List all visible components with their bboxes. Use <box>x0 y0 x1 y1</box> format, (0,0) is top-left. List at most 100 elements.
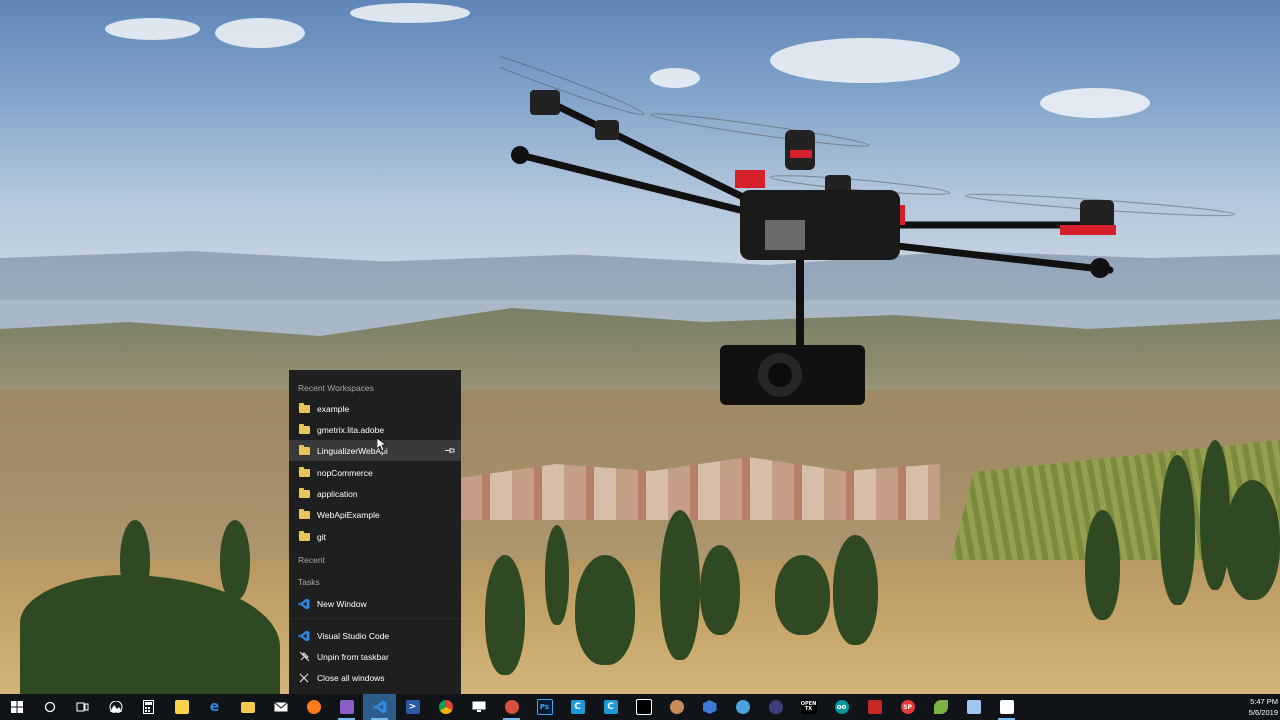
app-action-label: Close all windows <box>317 672 385 683</box>
task-view-button[interactable] <box>66 694 99 720</box>
taskbar-app-c-one[interactable]: C <box>561 694 594 720</box>
taskbar-app-chrome[interactable] <box>429 694 462 720</box>
workspace-item-example[interactable]: example <box>289 398 461 419</box>
taskbar-app-photoshop[interactable]: Ps <box>528 694 561 720</box>
folder-icon <box>297 487 311 501</box>
windows-logo-icon <box>10 701 23 713</box>
folder-icon <box>297 530 311 544</box>
cypress-tree <box>660 510 700 660</box>
eclipse-icon <box>768 700 783 714</box>
taskbar-app-red[interactable]: SP <box>891 694 924 720</box>
taskbar-app-vscode[interactable] <box>363 694 396 720</box>
system-clock[interactable]: 5:47 PM 5/6/2019 <box>1240 694 1280 720</box>
unpin-from-taskbar-button[interactable]: Unpin from taskbar <box>289 646 461 667</box>
taskbar-app-avatar[interactable] <box>660 694 693 720</box>
taskbar-app-opentx[interactable]: OPEN TX <box>792 694 825 720</box>
vscode-icon <box>297 597 311 611</box>
taskbar-app-network[interactable] <box>957 694 990 720</box>
app-action-label: Unpin from taskbar <box>317 651 389 662</box>
cypress-tree <box>575 555 635 665</box>
taskbar-app-eclipse[interactable] <box>759 694 792 720</box>
taskbar-app-file-explorer[interactable] <box>231 694 264 720</box>
cypress-tree <box>1085 510 1120 620</box>
workspace-item-lingualizer[interactable]: LingualizerWebApi <box>289 440 461 461</box>
chat-app-icon <box>735 700 750 714</box>
workspace-label: example <box>317 403 350 414</box>
app-item-visual-studio-code[interactable]: Visual Studio Code <box>289 625 461 646</box>
oak-tree <box>1225 480 1280 600</box>
app-action-label: Visual Studio Code <box>317 630 390 641</box>
cloud <box>215 18 305 48</box>
search-button[interactable] <box>33 694 66 720</box>
start-button[interactable] <box>0 694 33 720</box>
taskbar-app-calculator[interactable] <box>132 694 165 720</box>
workspace-item-application[interactable]: application <box>289 483 461 504</box>
task-new-window[interactable]: New Window <box>289 593 461 614</box>
vscode-icon <box>373 700 386 714</box>
drone-image <box>500 44 1236 405</box>
taskbar-app-sticky-notes[interactable] <box>165 694 198 720</box>
close-icon <box>297 671 311 685</box>
recent-workspaces-header: Recent Workspaces <box>298 383 374 393</box>
cypress-tree <box>1200 440 1230 590</box>
taskbar-app-firefox[interactable] <box>297 694 330 720</box>
workspace-label: git <box>317 531 326 542</box>
taskbar-app-settings[interactable] <box>990 694 1023 720</box>
taskbar-app-terminal[interactable] <box>627 694 660 720</box>
cypress-tree <box>545 525 569 625</box>
task-label: New Window <box>317 598 367 609</box>
taskbar-app-powershell[interactable]: > <box>396 694 429 720</box>
workspace-label: nopCommerce <box>317 467 373 478</box>
workspace-label: WebApiExample <box>317 509 380 520</box>
divider <box>289 618 461 619</box>
cypress-tree <box>833 535 878 645</box>
terminal-icon <box>635 699 652 715</box>
tasks-header: Tasks <box>298 577 320 587</box>
file-explorer-icon <box>240 701 255 713</box>
mail-icon <box>273 702 288 712</box>
taskbar-app-monitor[interactable] <box>462 694 495 720</box>
taskbar-app-chat[interactable] <box>726 694 759 720</box>
cypress-tree <box>120 520 150 600</box>
settings-gear-icon <box>504 700 519 714</box>
monitor-icon <box>472 701 485 712</box>
taskbar-app-arduino[interactable]: oo <box>825 694 858 720</box>
cypress-tree <box>220 520 250 600</box>
chrome-icon <box>438 700 453 714</box>
taskbar-app-filezilla[interactable] <box>858 694 891 720</box>
taskbar: e > Ps C C OPEN TX oo SP 5:47 PM 5/6/201… <box>0 694 1280 720</box>
vscode-icon <box>297 629 311 643</box>
workspace-label: gmetrix.lita.adobe <box>317 424 385 435</box>
pin-icon[interactable] <box>444 445 455 456</box>
taskbar-app-mail[interactable] <box>264 694 297 720</box>
workspace-item-git[interactable]: git <box>289 526 461 547</box>
workspace-item-webapiexample[interactable]: WebApiExample <box>289 504 461 525</box>
mouse-cursor <box>377 438 387 452</box>
taskbar-app-hexagon[interactable] <box>693 694 726 720</box>
cypress-tree <box>700 545 740 635</box>
taskbar-app-settings-gear[interactable] <box>495 694 528 720</box>
avatar-app-icon <box>669 700 684 714</box>
workspace-label: application <box>317 488 358 499</box>
taskbar-app-edge[interactable]: e <box>198 694 231 720</box>
oak-tree <box>775 555 830 635</box>
vscode-jump-list: Recent Workspaces example gmetrix.lita.a… <box>289 370 461 694</box>
desktop-wallpaper <box>0 0 1280 694</box>
clock-time: 5:47 PM <box>1250 697 1278 706</box>
taskbar-app-visual-studio[interactable] <box>330 694 363 720</box>
firefox-icon <box>306 700 321 714</box>
search-icon <box>44 701 55 713</box>
powershell-icon: > <box>405 700 420 714</box>
taskbar-app-photos[interactable] <box>99 694 132 720</box>
network-app-icon <box>966 700 981 714</box>
recent-header: Recent <box>298 555 325 565</box>
taskbar-app-green-leaf[interactable] <box>924 694 957 720</box>
c-app-icon: C <box>603 700 618 714</box>
folder-icon <box>297 466 311 480</box>
taskbar-app-c-two[interactable]: C <box>594 694 627 720</box>
folder-icon <box>297 444 311 458</box>
close-all-windows-button[interactable]: Close all windows <box>289 667 461 688</box>
arduino-icon: oo <box>834 700 849 714</box>
workspace-item-nopcommerce[interactable]: nopCommerce <box>289 462 461 483</box>
workspace-item-gmetrix[interactable]: gmetrix.lita.adobe <box>289 419 461 440</box>
